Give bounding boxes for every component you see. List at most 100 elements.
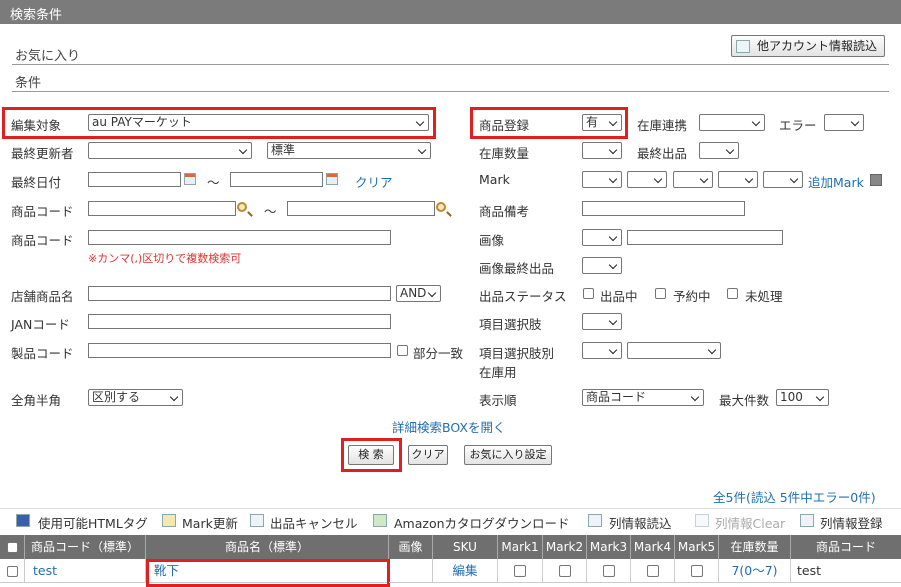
clear-button[interactable]: クリア [408, 445, 448, 465]
col-header[interactable]: Mark3 [587, 535, 631, 559]
search-icon[interactable] [237, 202, 247, 212]
select-all-header [0, 535, 25, 559]
column-register-button[interactable]: 列情報登録 [820, 513, 883, 532]
row-mark1-checkbox[interactable] [514, 565, 526, 577]
last-updater-mode-select[interactable]: 標準 [267, 142, 431, 159]
mark5-select[interactable] [763, 171, 803, 188]
amazon-download-button[interactable]: Amazonカタログダウンロード [394, 513, 570, 532]
mark3-select[interactable] [673, 171, 713, 188]
sort-select[interactable]: 商品コード [582, 389, 704, 406]
col-header[interactable]: Mark4 [631, 535, 675, 559]
image-last-select[interactable] [582, 257, 622, 274]
cancel-icon [250, 514, 264, 527]
col-header[interactable]: 在庫数量 [719, 535, 791, 559]
search-button[interactable]: 検 索 [348, 445, 394, 465]
col-header[interactable]: Mark2 [543, 535, 587, 559]
edit-target-select[interactable]: au PAYマーケット [88, 114, 429, 131]
mark-label: Mark [479, 172, 510, 187]
col-header[interactable]: SKU [433, 535, 498, 559]
last-updater-select[interactable] [88, 142, 252, 159]
calendar-icon[interactable] [184, 173, 196, 185]
add-mark-link[interactable]: 追加Mark [808, 172, 864, 191]
row-mark2-checkbox[interactable] [559, 565, 571, 577]
registration-select[interactable]: 有 [582, 114, 622, 131]
cancel-listing-button[interactable]: 出品キャンセル [270, 513, 358, 532]
shop-product-input[interactable] [88, 286, 391, 301]
max-select[interactable]: 100 [776, 389, 829, 406]
variant-select[interactable] [582, 313, 622, 330]
col-header[interactable]: Mark1 [498, 535, 543, 559]
row-sku-edit-link[interactable]: 編集 [433, 559, 498, 583]
row-stock-link[interactable]: 7(0〜7) [719, 559, 791, 583]
image-select[interactable] [582, 229, 622, 246]
col-header[interactable]: 商品コード [791, 535, 901, 559]
col-header[interactable]: 商品名（標準） [146, 535, 389, 559]
last-listing-select[interactable] [699, 142, 739, 159]
mark2-select[interactable] [627, 171, 667, 188]
last-date-label: 最終日付 [11, 175, 62, 190]
edit-target-label: 編集対象 [11, 118, 62, 133]
mark4-select[interactable] [718, 171, 758, 188]
jan-input[interactable] [88, 314, 391, 329]
calendar-icon[interactable] [326, 173, 338, 185]
column-clear-button[interactable]: 列情報Clear [715, 513, 785, 532]
status-reserved-label: 予約中 [673, 289, 711, 304]
shop-product-op-select[interactable]: AND [396, 285, 441, 302]
error-label: エラー [779, 118, 817, 133]
row-code-link[interactable]: test [25, 559, 146, 583]
row-mark3-checkbox[interactable] [603, 565, 615, 577]
status-reserved-checkbox[interactable] [655, 288, 666, 299]
variant-stock-value-select[interactable] [627, 342, 721, 359]
col-header[interactable]: Mark5 [675, 535, 719, 559]
table-add-icon [800, 514, 814, 527]
row-code2-cell: test [791, 559, 901, 583]
mark-update-button[interactable]: Mark更新 [182, 513, 238, 532]
last-date-from-input[interactable] [88, 172, 181, 187]
stock-qty-select[interactable] [582, 142, 622, 159]
remarks-label: 商品備考 [479, 204, 530, 219]
favorite-settings-button[interactable]: お気に入り設定 [464, 445, 552, 465]
advanced-search-link[interactable]: 詳細検索BOXを開く [392, 417, 505, 436]
row-select-checkbox[interactable] [7, 566, 18, 577]
last-updater-label: 最終更新者 [11, 146, 74, 161]
image-input[interactable] [627, 230, 783, 245]
last-date-to-input[interactable] [230, 172, 323, 187]
mark1-select[interactable] [582, 171, 622, 188]
error-select[interactable] [824, 114, 864, 131]
row-mark3-cell [587, 559, 631, 583]
row-mark5-checkbox[interactable] [691, 565, 703, 577]
product-code-to-input[interactable] [287, 201, 435, 216]
pencil-icon [162, 514, 176, 527]
width-select[interactable]: 区別する [88, 389, 183, 406]
select-all-checkbox[interactable] [7, 542, 18, 553]
status-unprocessed-checkbox[interactable] [727, 288, 738, 299]
row-mark4-cell [631, 559, 675, 583]
html-tag-button[interactable]: 使用可能HTMLタグ [38, 513, 148, 532]
dropdown-toggle-icon[interactable] [870, 174, 882, 186]
column-load-button[interactable]: 列情報読込 [609, 513, 672, 532]
col-header[interactable]: 商品コード（標準） [25, 535, 146, 559]
product-code-label: 商品コード [11, 204, 74, 219]
search-icon[interactable] [436, 202, 446, 212]
product-code-from-input[interactable] [88, 201, 236, 216]
stock-link-select[interactable] [699, 114, 765, 131]
partial-match-checkbox[interactable] [397, 345, 408, 356]
row-mark4-checkbox[interactable] [647, 565, 659, 577]
row-select-cell [0, 559, 25, 583]
status-listing-checkbox[interactable] [583, 288, 594, 299]
date-clear-link[interactable]: クリア [355, 172, 393, 191]
variant-stock-label-2: 在庫用 [479, 365, 517, 380]
divider [12, 64, 889, 65]
image-label: 画像 [479, 233, 505, 248]
col-header[interactable]: 画像 [389, 535, 433, 559]
maker-code-input[interactable] [88, 343, 391, 358]
other-account-load-button[interactable]: 他アカウント情報読込 [731, 35, 885, 57]
last-listing-label: 最終出品 [637, 146, 688, 161]
result-summary: 全5件(読込 5件中エラー0件) [713, 490, 876, 505]
width-label: 全角半角 [11, 393, 62, 408]
variant-stock-select[interactable] [582, 342, 622, 359]
remarks-input[interactable] [582, 201, 745, 216]
shop-product-label: 店舗商品名 [11, 289, 74, 304]
product-code-multi-input[interactable] [88, 230, 391, 245]
jan-label: JANコード [11, 317, 70, 332]
